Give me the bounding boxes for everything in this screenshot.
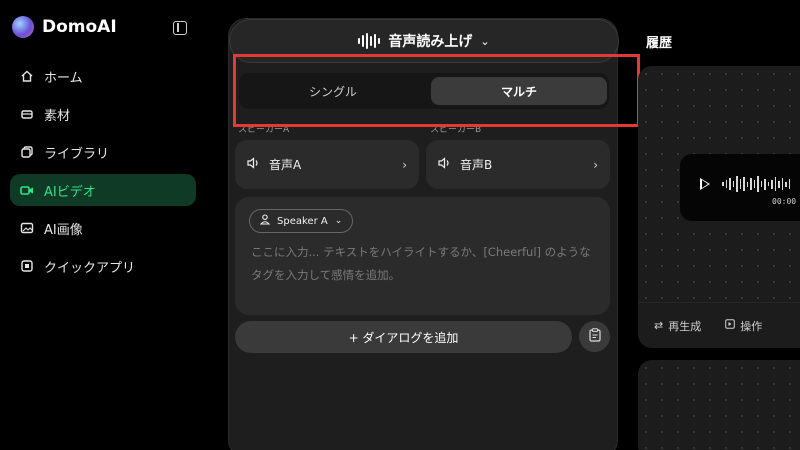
sidebar-nav: ホーム 素材 ライブラリ AIビデオ AI画像 クイックアプリ: [10, 60, 196, 288]
waveform-icon: [358, 33, 381, 49]
sidebar-item-ai-video[interactable]: AIビデオ: [10, 174, 196, 206]
audio-player[interactable]: 00:00: [680, 154, 800, 221]
sidebar-item-label: ライブラリ: [44, 146, 110, 162]
play-icon[interactable]: [700, 178, 710, 190]
clipboard-button[interactable]: [579, 321, 610, 352]
sidebar-collapse-icon[interactable]: [173, 21, 187, 35]
mode-selector-label: 音声読み上げ: [388, 34, 473, 50]
add-dialog-button[interactable]: + ダイアログを追加: [235, 321, 572, 353]
speaker-a-label: スピーカーA: [238, 125, 290, 135]
single-speaker-tab[interactable]: シングル: [245, 77, 421, 105]
regenerate-button[interactable]: ⇄ 再生成: [654, 318, 701, 334]
actions-icon: [725, 319, 736, 332]
clipboard-icon: [588, 327, 601, 346]
dialog-speaker-label: Speaker A: [277, 215, 328, 227]
sidebar-item-label: ホーム: [44, 70, 83, 86]
regenerate-icon: ⇄: [654, 319, 664, 332]
regenerate-label: 再生成: [668, 319, 702, 333]
sidebar-item-label: 素材: [44, 108, 71, 124]
sidebar-item-label: クイックアプリ: [44, 260, 136, 276]
mode-selector[interactable]: 音声読み上げ ⌄: [229, 19, 619, 63]
video-icon: [20, 183, 34, 197]
quick-app-icon: [20, 259, 34, 273]
history-grid-background: [638, 360, 800, 450]
voice-a-select[interactable]: 音声A ›: [235, 140, 419, 189]
image-icon: [20, 221, 34, 235]
actions-button[interactable]: 操作: [725, 318, 762, 334]
speaker-b-label: スピーカーB: [430, 125, 482, 135]
sidebar-item-quick-app[interactable]: クイックアプリ: [10, 250, 196, 282]
dialog-speaker-select[interactable]: Speaker A ⌄: [249, 209, 354, 233]
sidebar-item-material[interactable]: 素材: [10, 98, 196, 130]
domoai-logo: [12, 16, 34, 38]
audio-waveform: [722, 174, 790, 194]
history-item[interactable]: 00:00 ⇄ 再生成 操作: [638, 66, 800, 348]
sidebar-item-library[interactable]: ライブラリ: [10, 136, 196, 168]
brand[interactable]: DomoAI: [12, 16, 117, 38]
voice-a-label: 音声A: [269, 158, 302, 172]
history-title: 履歴: [646, 36, 673, 51]
audio-time: 00:00: [772, 197, 797, 206]
user-icon: [259, 214, 271, 228]
history-item[interactable]: [638, 360, 800, 450]
chevron-right-icon: ›: [593, 157, 598, 172]
material-icon: [20, 107, 34, 121]
actions-label: 操作: [740, 319, 763, 333]
chevron-down-icon: ⌄: [480, 34, 490, 48]
brand-name: DomoAI: [42, 17, 117, 37]
chevron-right-icon: ›: [402, 157, 407, 172]
voice-b-select[interactable]: 音声B ›: [426, 140, 610, 189]
dialog-placeholder: ここに入力... テキストをハイライトするか、[Cheerful] のようなタグ…: [251, 245, 591, 282]
chevron-down-icon: ⌄: [334, 216, 343, 226]
speaker-mode-toggle: シングル マルチ: [239, 73, 609, 109]
sidebar-item-label: AI画像: [44, 222, 83, 238]
library-icon: [20, 145, 34, 159]
speaker-icon: [247, 157, 261, 172]
speaker-icon: [438, 157, 452, 172]
home-icon: [20, 69, 34, 83]
sidebar-item-label: AIビデオ: [44, 184, 96, 200]
multi-speaker-tab[interactable]: マルチ: [431, 77, 607, 105]
voice-b-label: 音声B: [460, 158, 493, 172]
sidebar: DomoAI ホーム 素材 ライブラリ AIビデオ AI画像 クイックアプリ: [0, 0, 210, 450]
history-actions: ⇄ 再生成 操作: [638, 302, 800, 348]
dialog-input-box[interactable]: Speaker A ⌄ ここに入力... テキストをハイライトするか、[Chee…: [235, 197, 610, 315]
sidebar-item-home[interactable]: ホーム: [10, 60, 196, 92]
sidebar-item-ai-image[interactable]: AI画像: [10, 212, 196, 244]
